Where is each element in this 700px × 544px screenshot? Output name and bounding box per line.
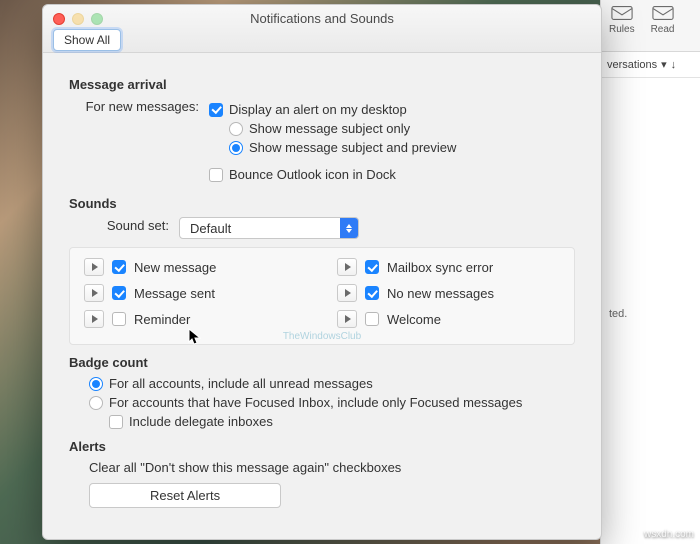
sound-set-label: Sound set: <box>69 217 169 233</box>
sound-row-reminder: Reminder <box>84 310 307 328</box>
badge-focused-label: For accounts that have Focused Inbox, in… <box>109 395 522 410</box>
subject-preview-radio[interactable] <box>229 141 243 155</box>
play-new-message[interactable] <box>84 258 104 276</box>
sounds-box: New message Mailbox sync error Message s… <box>69 247 575 345</box>
preferences-window: Notifications and Sounds Show All Messag… <box>42 4 602 540</box>
welcome-label: Welcome <box>387 312 441 327</box>
play-reminder[interactable] <box>84 310 104 328</box>
sound-row-no-new: No new messages <box>337 284 560 302</box>
background-panel: ted. <box>600 78 700 544</box>
alerts-description: Clear all "Don't show this message again… <box>89 460 401 475</box>
subject-preview-label: Show message subject and preview <box>249 140 456 155</box>
ribbon-read-label: Read <box>651 24 675 35</box>
show-all-button[interactable]: Show All <box>53 29 121 51</box>
bounce-dock-label: Bounce Outlook icon in Dock <box>229 167 396 182</box>
no-new-checkbox[interactable] <box>365 286 379 300</box>
select-arrows-icon <box>340 218 358 238</box>
display-alert-label: Display an alert on my desktop <box>229 102 407 117</box>
badge-all-label: For all accounts, include all unread mes… <box>109 376 373 391</box>
new-message-label: New message <box>134 260 216 275</box>
play-welcome[interactable] <box>337 310 357 328</box>
rules-icon <box>611 4 633 22</box>
chevron-down-icon: ▾ <box>661 58 667 71</box>
welcome-checkbox[interactable] <box>365 312 379 326</box>
read-icon <box>652 4 674 22</box>
conversations-label: versations <box>607 59 657 71</box>
play-no-new[interactable] <box>337 284 357 302</box>
display-alert-checkbox[interactable] <box>209 103 223 117</box>
no-new-label: No new messages <box>387 286 494 301</box>
badge-focused-radio[interactable] <box>89 396 103 410</box>
sync-error-checkbox[interactable] <box>365 260 379 274</box>
sound-row-welcome: Welcome <box>337 310 560 328</box>
message-sent-label: Message sent <box>134 286 215 301</box>
section-message-arrival: Message arrival <box>69 77 575 92</box>
play-message-sent[interactable] <box>84 284 104 302</box>
subject-only-radio[interactable] <box>229 122 243 136</box>
background-text: ted. <box>609 308 692 320</box>
sound-row-message-sent: Message sent <box>84 284 307 302</box>
badge-all-radio[interactable] <box>89 377 103 391</box>
for-new-messages-label: For new messages: <box>69 98 199 114</box>
preferences-content: Message arrival For new messages: Displa… <box>43 53 601 539</box>
ribbon-read[interactable]: Read <box>651 4 675 35</box>
titlebar[interactable]: Notifications and Sounds Show All <box>43 5 601 53</box>
new-message-checkbox[interactable] <box>112 260 126 274</box>
ribbon-rules-label: Rules <box>609 24 635 35</box>
play-sync-error[interactable] <box>337 258 357 276</box>
sound-set-value: Default <box>180 218 340 238</box>
sound-row-sync-error: Mailbox sync error <box>337 258 560 276</box>
reset-alerts-button[interactable]: Reset Alerts <box>89 483 281 508</box>
reminder-checkbox[interactable] <box>112 312 126 326</box>
sound-row-new-message: New message <box>84 258 307 276</box>
reminder-label: Reminder <box>134 312 190 327</box>
message-sent-checkbox[interactable] <box>112 286 126 300</box>
section-alerts: Alerts <box>69 439 575 454</box>
include-delegate-checkbox[interactable] <box>109 415 123 429</box>
down-arrow-icon: ↓ <box>671 59 677 71</box>
ribbon-rules[interactable]: Rules <box>609 4 635 35</box>
include-delegate-label: Include delegate inboxes <box>129 414 273 429</box>
sound-set-select[interactable]: Default <box>179 217 359 239</box>
bounce-dock-checkbox[interactable] <box>209 168 223 182</box>
background-ribbon: Rules Read <box>600 0 700 52</box>
section-badge-count: Badge count <box>69 355 575 370</box>
subject-only-label: Show message subject only <box>249 121 410 136</box>
window-title: Notifications and Sounds <box>43 11 601 26</box>
watermark-text: TheWindowsClub <box>70 331 574 342</box>
sync-error-label: Mailbox sync error <box>387 260 493 275</box>
source-watermark: wsxdn.com <box>644 529 694 540</box>
conversations-selector[interactable]: versations ▾ ↓ <box>600 52 700 78</box>
section-sounds: Sounds <box>69 196 575 211</box>
